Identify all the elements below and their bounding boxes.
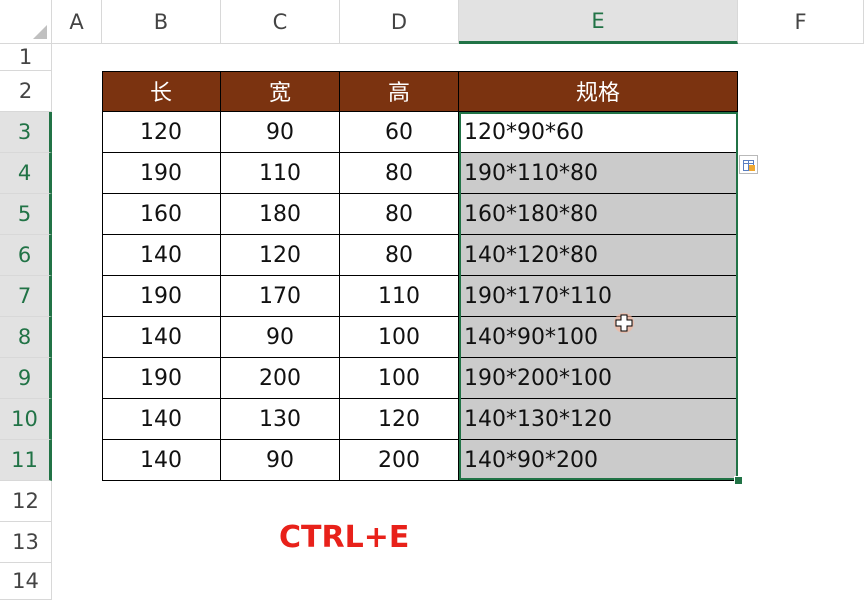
fill-handle[interactable] [734, 476, 743, 485]
spec-cell[interactable]: 140*120*80 [459, 235, 738, 276]
data-cell[interactable]: 190 [102, 358, 221, 399]
data-cell[interactable]: 170 [221, 276, 340, 317]
data-cell[interactable]: 140 [102, 440, 221, 481]
column-header-f[interactable]: F [738, 0, 864, 44]
data-cell[interactable]: 80 [340, 235, 459, 276]
select-all-corner[interactable] [0, 0, 52, 44]
data-cell[interactable]: 90 [221, 112, 340, 153]
spec-cell[interactable]: 140*90*200 [459, 440, 738, 481]
data-cell[interactable]: 200 [221, 358, 340, 399]
data-cell[interactable]: 140 [102, 235, 221, 276]
data-cell[interactable]: 140 [102, 317, 221, 358]
column-header-b[interactable]: B [102, 0, 221, 44]
data-cell[interactable]: 180 [221, 194, 340, 235]
data-cell[interactable]: 200 [340, 440, 459, 481]
data-cell[interactable]: 140 [102, 399, 221, 440]
row-header-6[interactable]: 6 [0, 235, 52, 276]
spec-cell[interactable]: 120*90*60 [459, 112, 738, 153]
row-header-14[interactable]: 14 [0, 563, 52, 600]
data-cell[interactable]: 80 [340, 194, 459, 235]
spec-cell[interactable]: 190*200*100 [459, 358, 738, 399]
data-cell[interactable]: 190 [102, 153, 221, 194]
data-cell[interactable]: 110 [340, 276, 459, 317]
data-cell[interactable]: 60 [340, 112, 459, 153]
row-header-10[interactable]: 10 [0, 399, 52, 440]
row-header-8[interactable]: 8 [0, 317, 52, 358]
shortcut-caption: CTRL+E [279, 520, 410, 555]
row-header-11[interactable]: 11 [0, 440, 52, 481]
spreadsheet-grid: ABCDEF 1 2 3 4 5 6 7 8 9 10 11 12 13 14 长宽高规格 120 90 60 1… [0, 0, 864, 600]
table-header-cell[interactable]: 长 [102, 71, 221, 112]
row-header-9[interactable]: 9 [0, 358, 52, 399]
row-header-12[interactable]: 12 [0, 481, 52, 522]
data-cell[interactable]: 120 [221, 235, 340, 276]
row-header-5[interactable]: 5 [0, 194, 52, 235]
spec-cell[interactable]: 140*130*120 [459, 399, 738, 440]
data-cell[interactable]: 100 [340, 358, 459, 399]
data-cell[interactable]: 90 [221, 440, 340, 481]
table-header-cell[interactable]: 宽 [221, 71, 340, 112]
data-cell[interactable]: 160 [102, 194, 221, 235]
data-cell[interactable]: 90 [221, 317, 340, 358]
column-header-e[interactable]: E [459, 0, 738, 44]
row-header-13[interactable]: 13 [0, 522, 52, 563]
table-header-cell[interactable]: 高 [340, 71, 459, 112]
spec-cell[interactable]: 190*110*80 [459, 153, 738, 194]
data-cell[interactable]: 110 [221, 153, 340, 194]
data-cell[interactable]: 120 [340, 399, 459, 440]
row-header-4[interactable]: 4 [0, 153, 52, 194]
data-cell[interactable]: 190 [102, 276, 221, 317]
row-header-1[interactable]: 1 [0, 44, 52, 71]
cell-select-cursor-icon [612, 311, 636, 335]
data-cell[interactable]: 130 [221, 399, 340, 440]
row-header-7[interactable]: 7 [0, 276, 52, 317]
row-header-2[interactable]: 2 [0, 71, 52, 112]
column-header-c[interactable]: C [221, 0, 340, 44]
column-header-a[interactable]: A [52, 0, 102, 44]
data-cell[interactable]: 120 [102, 112, 221, 153]
column-header-d[interactable]: D [340, 0, 459, 44]
spec-cell[interactable]: 190*170*110 [459, 276, 738, 317]
spec-cell[interactable]: 160*180*80 [459, 194, 738, 235]
spec-cell[interactable]: 140*90*100 [459, 317, 738, 358]
table-header-cell[interactable]: 规格 [459, 71, 738, 112]
data-cell[interactable]: 80 [340, 153, 459, 194]
data-cell[interactable]: 100 [340, 317, 459, 358]
flash-fill-options-icon[interactable] [739, 155, 758, 174]
row-header-3[interactable]: 3 [0, 112, 52, 153]
